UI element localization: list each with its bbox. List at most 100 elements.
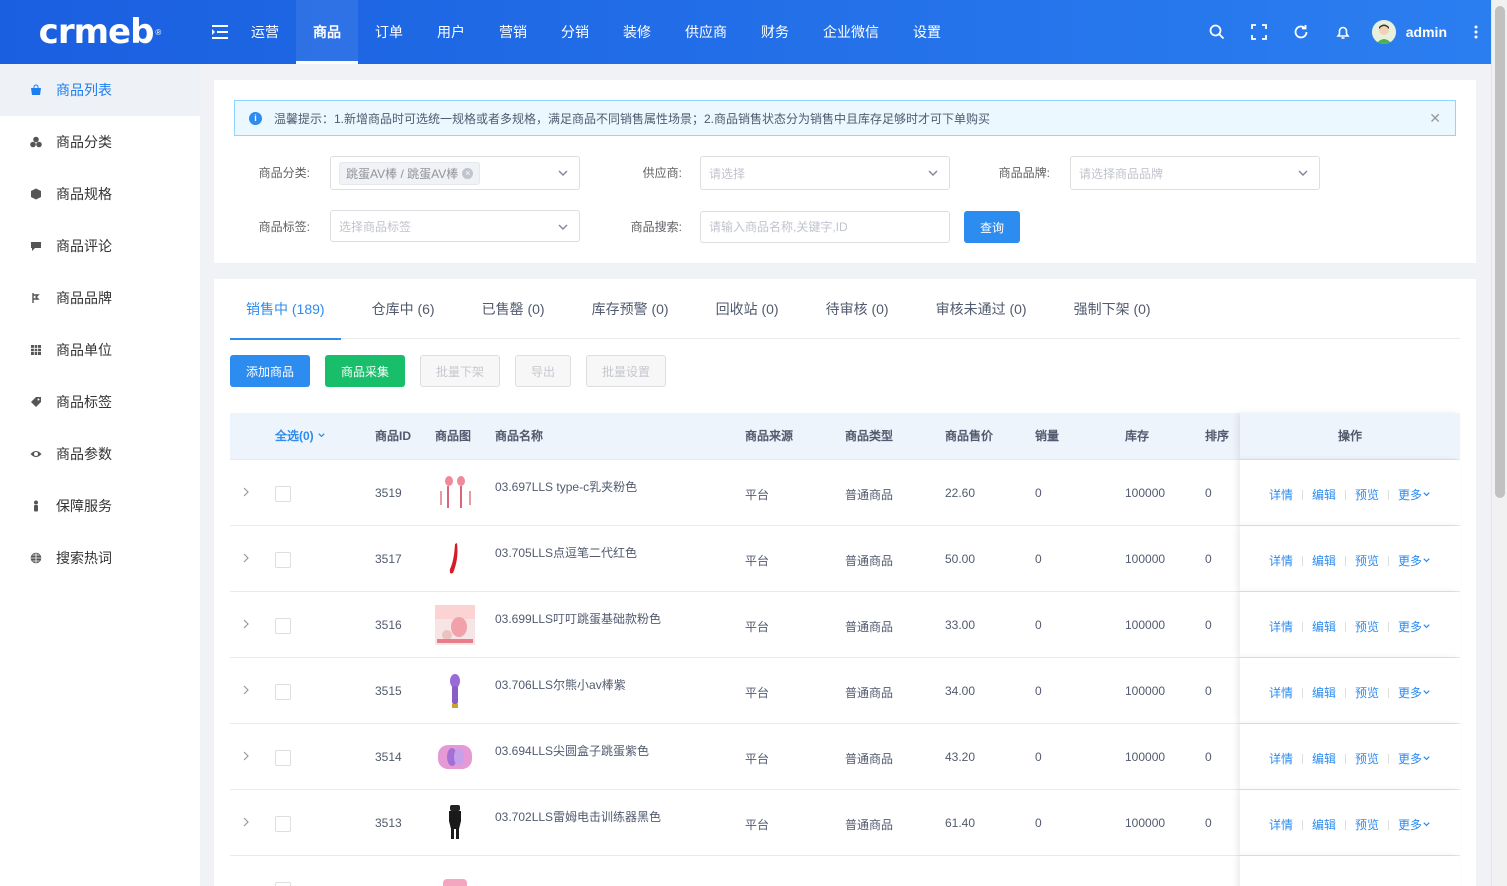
close-icon[interactable]: ✕ (1429, 110, 1441, 127)
more-vertical-icon[interactable] (1461, 0, 1491, 64)
tag-select[interactable]: 选择商品标签 (330, 210, 580, 242)
preview-link[interactable]: 预览 (1346, 750, 1388, 767)
edit-link[interactable]: 编辑 (1303, 750, 1345, 767)
row-checkbox[interactable] (275, 684, 291, 700)
service-icon (34, 500, 38, 512)
more-dropdown[interactable]: 更多 (1389, 552, 1440, 569)
product-thumbnail[interactable] (435, 539, 475, 579)
select-all-dropdown[interactable]: 全选(0) (275, 413, 326, 460)
query-button[interactable]: 查询 (964, 211, 1020, 243)
topnav-item-wecom[interactable]: 企业微信 (806, 0, 896, 64)
admin-username[interactable]: admin (1406, 24, 1447, 40)
topnav-item-suppliers[interactable]: 供应商 (668, 0, 744, 64)
edit-link[interactable]: 编辑 (1303, 486, 1345, 503)
more-dropdown[interactable]: 更多 (1389, 684, 1440, 701)
row-checkbox[interactable] (275, 618, 291, 634)
sidebar-item-guarantee-service[interactable]: 保障服务 (0, 480, 200, 532)
product-thumbnail[interactable] (435, 803, 475, 843)
row-checkbox[interactable] (275, 750, 291, 766)
topnav-item-distribution[interactable]: 分销 (544, 0, 606, 64)
sidebar-item-product-list[interactable]: 商品列表 (0, 64, 200, 116)
edit-link[interactable]: 编辑 (1303, 552, 1345, 569)
topnav-item-decoration[interactable]: 装修 (606, 0, 668, 64)
sidebar-item-product-reviews[interactable]: 商品评论 (0, 220, 200, 272)
collect-product-button[interactable]: 商品采集 (325, 355, 405, 387)
topnav-item-products[interactable]: 商品 (296, 0, 358, 64)
sidebar-item-product-spec[interactable]: 商品规格 (0, 168, 200, 220)
bell-icon[interactable] (1322, 0, 1364, 64)
row-checkbox[interactable] (275, 486, 291, 502)
topnav-item-operations[interactable]: 运营 (234, 0, 296, 64)
chevron-right-icon[interactable] (242, 751, 250, 761)
tab-sold-out[interactable]: 已售罄 (0) (466, 279, 561, 339)
brand-logo[interactable]: crmeb ® (0, 0, 200, 64)
tag-remove-icon[interactable]: × (462, 167, 474, 179)
more-dropdown[interactable]: 更多 (1389, 750, 1440, 767)
edit-link[interactable]: 编辑 (1303, 816, 1345, 833)
table-row: 3517 03.705LLS点逗笔二代红色 平台 普通商品 50.00 0 10… (230, 526, 1460, 592)
row-checkbox[interactable] (275, 552, 291, 568)
row-checkbox[interactable] (275, 816, 291, 832)
topnav-item-marketing[interactable]: 营销 (482, 0, 544, 64)
product-thumbnail[interactable] (435, 473, 475, 513)
avatar[interactable] (1371, 20, 1396, 44)
topnav-item-users[interactable]: 用户 (420, 0, 482, 64)
product-thumbnail[interactable] (435, 869, 475, 886)
chevron-right-icon[interactable] (242, 487, 250, 497)
sidebar-item-product-category[interactable]: 商品分类 (0, 116, 200, 168)
sidebar-item-product-params[interactable]: 商品参数 (0, 428, 200, 480)
detail-link[interactable]: 详情 (1260, 750, 1302, 767)
detail-link[interactable]: 详情 (1260, 552, 1302, 569)
fullscreen-icon[interactable] (1238, 0, 1280, 64)
preview-link[interactable]: 预览 (1346, 816, 1388, 833)
sidebar-item-product-unit[interactable]: 商品单位 (0, 324, 200, 376)
more-dropdown[interactable]: 更多 (1389, 486, 1440, 503)
export-button[interactable]: 导出 (515, 355, 571, 387)
more-dropdown[interactable]: 更多 (1389, 618, 1440, 635)
batch-settings-button[interactable]: 批量设置 (586, 355, 666, 387)
scrollbar-thumb[interactable] (1495, 6, 1505, 498)
product-thumbnail[interactable] (435, 737, 475, 777)
search-input[interactable] (700, 211, 950, 243)
preview-link[interactable]: 预览 (1346, 486, 1388, 503)
page-scrollbar[interactable] (1491, 0, 1507, 886)
preview-link[interactable]: 预览 (1346, 618, 1388, 635)
chevron-right-icon[interactable] (242, 817, 250, 827)
preview-link[interactable]: 预览 (1346, 552, 1388, 569)
detail-link[interactable]: 详情 (1260, 684, 1302, 701)
tab-on-sale[interactable]: 销售中 (189) (230, 279, 341, 340)
edit-link[interactable]: 编辑 (1303, 618, 1345, 635)
topnav-item-settings[interactable]: 设置 (896, 0, 958, 64)
more-dropdown[interactable]: 更多 (1389, 816, 1440, 833)
tab-pending-review[interactable]: 待审核 (0) (810, 279, 905, 339)
refresh-icon[interactable] (1280, 0, 1322, 64)
sidebar-item-hot-search[interactable]: 搜索热词 (0, 532, 200, 584)
topnav-item-orders[interactable]: 订单 (358, 0, 420, 64)
tab-in-warehouse[interactable]: 仓库中 (6) (356, 279, 451, 339)
preview-link[interactable]: 预览 (1346, 684, 1388, 701)
tab-stock-warning[interactable]: 库存预警 (0) (576, 279, 685, 339)
category-select[interactable]: 跳蛋AV棒 / 跳蛋AV棒 × (330, 156, 580, 190)
edit-link[interactable]: 编辑 (1303, 684, 1345, 701)
chevron-right-icon[interactable] (242, 685, 250, 695)
brand-select[interactable]: 请选择商品品牌 (1070, 156, 1320, 190)
tab-review-rejected[interactable]: 审核未通过 (0) (920, 279, 1043, 339)
detail-link[interactable]: 详情 (1260, 486, 1302, 503)
chevron-right-icon[interactable] (242, 619, 250, 629)
detail-link[interactable]: 详情 (1260, 618, 1302, 635)
chevron-right-icon[interactable] (242, 553, 250, 563)
menu-toggle-icon[interactable] (212, 22, 230, 42)
sidebar-item-product-brand[interactable]: 商品品牌 (0, 272, 200, 324)
topnav-item-finance[interactable]: 财务 (744, 0, 806, 64)
tab-forced-off[interactable]: 强制下架 (0) (1058, 279, 1167, 339)
detail-link[interactable]: 详情 (1260, 816, 1302, 833)
supplier-select[interactable]: 请选择 (700, 156, 950, 190)
add-product-button[interactable]: 添加商品 (230, 355, 310, 387)
sidebar-item-product-tags[interactable]: 商品标签 (0, 376, 200, 428)
product-thumbnail[interactable] (435, 605, 475, 645)
search-icon[interactable] (1196, 0, 1238, 64)
tab-recycle-bin[interactable]: 回收站 (0) (700, 279, 795, 339)
batch-off-shelf-button[interactable]: 批量下架 (420, 355, 500, 387)
product-thumbnail[interactable] (435, 671, 475, 711)
row-checkbox[interactable] (275, 882, 291, 886)
